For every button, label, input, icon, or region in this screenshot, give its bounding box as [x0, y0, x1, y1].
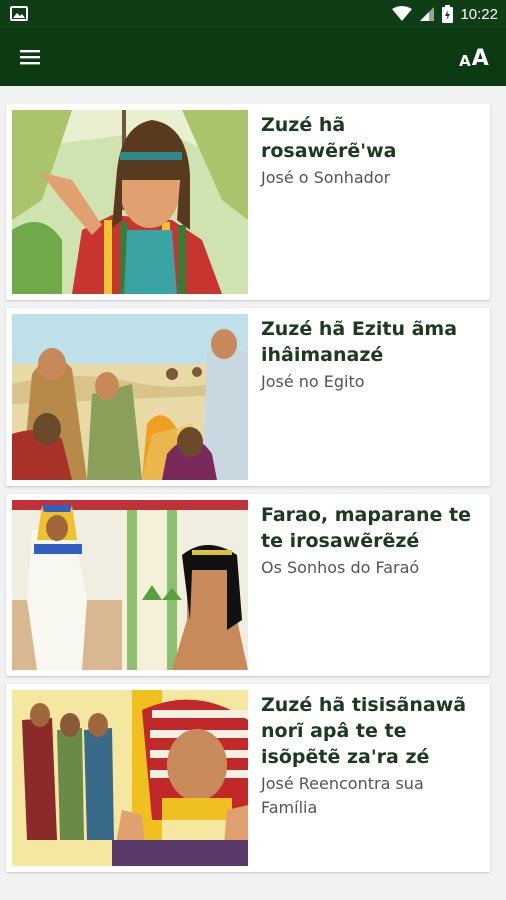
story-card[interactable]: Zuzé hã tisisãnawã norĩ apâ te te isõpẽt…: [6, 684, 490, 872]
story-title: Zuzé hã Ezitu ãma ihâimanazé: [261, 318, 458, 366]
story-thumbnail: [12, 314, 248, 480]
story-title: Farao, maparane te te irosawẽrẽzé: [261, 504, 471, 552]
story-card[interactable]: Zuzé hã rosawẽrẽ'wa José o Sonhador: [6, 104, 490, 300]
status-bar: 10:22: [0, 0, 506, 28]
hamburger-menu-icon: [20, 50, 40, 65]
story-card[interactable]: Zuzé hã Ezitu ãma ihâimanazé José no Egi…: [6, 308, 490, 486]
story-thumbnail: [12, 500, 248, 670]
menu-button[interactable]: [14, 42, 46, 72]
battery-icon: [442, 5, 454, 23]
image-icon: [10, 6, 28, 21]
story-subtitle: Os Sonhos do Faraó: [261, 558, 420, 577]
font-size-icon-large: A: [471, 46, 489, 71]
clock: 10:22: [460, 5, 498, 23]
font-size-icon-small: A: [459, 52, 471, 70]
story-title: Zuzé hã rosawẽrẽ'wa: [261, 114, 397, 162]
story-thumbnail: [12, 110, 248, 294]
story-subtitle: José no Egito: [261, 372, 365, 391]
story-subtitle: José Reencontra sua Família: [261, 774, 424, 817]
app-bar: AA: [0, 28, 506, 86]
bottom-edge: [0, 874, 506, 900]
story-title: Zuzé hã tisisãnawã norĩ apâ te te isõpẽt…: [261, 694, 467, 768]
story-card[interactable]: Farao, maparane te te irosawẽrẽzé Os Son…: [6, 494, 490, 676]
story-thumbnail: [12, 690, 248, 866]
story-subtitle: José o Sonhador: [261, 168, 391, 187]
wifi-icon: [392, 6, 413, 21]
signal-icon: [420, 7, 435, 21]
font-size-button[interactable]: AA: [454, 40, 494, 74]
